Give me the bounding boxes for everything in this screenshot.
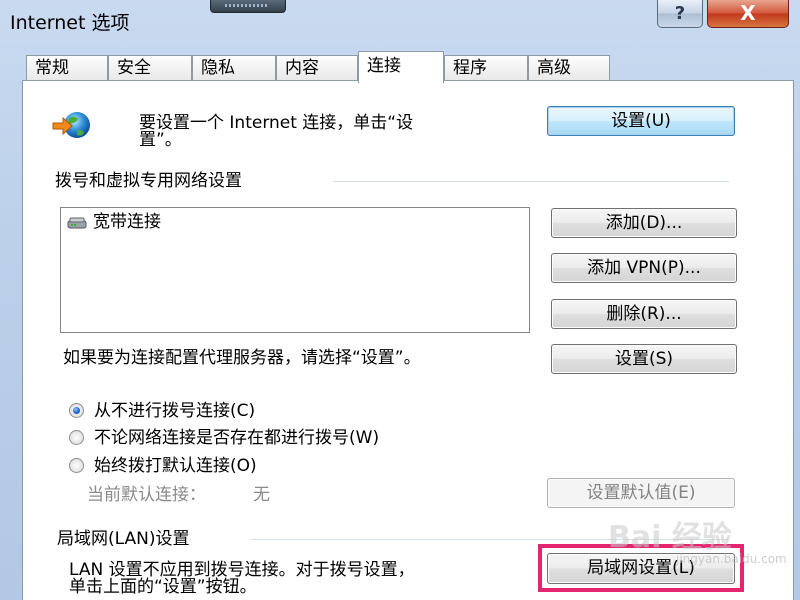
connection-name: 宽带连接 — [93, 212, 161, 232]
tab-privacy[interactable]: 隐私 — [192, 55, 276, 81]
baidu-watermark-url: jingyan.baidu.com — [676, 552, 787, 566]
set-default-button[interactable]: 设置默认值(E) — [547, 478, 735, 508]
dialup-divider — [333, 181, 729, 182]
current-default-value: 无 — [253, 485, 270, 505]
radio-label: 从不进行拨号连接(C) — [94, 401, 256, 421]
baidu-watermark: Bai 经验 — [608, 520, 732, 555]
connections-listbox[interactable]: 宽带连接 — [60, 207, 530, 333]
help-button[interactable]: ? — [657, 0, 703, 28]
radio-button[interactable] — [69, 458, 84, 473]
proxy-text: 如果要为连接配置代理服务器，请选择“设置”。 — [63, 348, 421, 368]
internet-setup-text-line2: 置”。 — [139, 130, 182, 150]
radio-label: 始终拨打默认连接(O) — [94, 456, 257, 476]
tab-connections[interactable]: 连接 — [358, 51, 444, 83]
window-title: Internet 选项 — [10, 12, 130, 34]
modem-icon — [67, 215, 87, 234]
titlebar-grip — [210, 0, 286, 13]
radio-always-dial[interactable]: 始终拨打默认连接(O) — [69, 456, 369, 476]
globe-arrow-icon — [51, 109, 95, 147]
add-button[interactable]: 添加(D)... — [551, 208, 737, 238]
tab-general[interactable]: 常规 — [26, 55, 108, 81]
lan-section-title: 局域网(LAN)设置 — [57, 529, 190, 549]
setup-button[interactable]: 设置(U) — [547, 106, 735, 136]
tab-content[interactable]: 内容 — [276, 55, 358, 81]
radio-label: 不论网络连接是否存在都进行拨号(W) — [94, 428, 380, 448]
settings-button[interactable]: 设置(S) — [551, 344, 737, 374]
internet-options-window: Internet 选项 ? X 常规 安全 隐私 内容 连接 程序 高级 要设置… — [0, 0, 800, 600]
dialup-section-title: 拨号和虚拟专用网络设置 — [55, 171, 242, 191]
remove-button[interactable]: 删除(R)... — [551, 299, 737, 329]
radio-never-dial[interactable]: 从不进行拨号连接(C) — [69, 401, 369, 421]
tab-programs[interactable]: 程序 — [444, 55, 528, 81]
add-vpn-button[interactable]: 添加 VPN(P)... — [551, 253, 737, 283]
lan-text-line2: 单击上面的“设置”按钮。 — [69, 577, 257, 597]
radio-dial-whenever[interactable]: 不论网络连接是否存在都进行拨号(W) — [69, 428, 469, 448]
current-default-label: 当前默认连接： — [87, 485, 206, 505]
radio-button[interactable] — [69, 430, 84, 445]
close-button[interactable]: X — [707, 0, 789, 28]
radio-button[interactable] — [69, 403, 84, 418]
tab-security[interactable]: 安全 — [108, 55, 192, 81]
tab-advanced[interactable]: 高级 — [528, 55, 610, 81]
